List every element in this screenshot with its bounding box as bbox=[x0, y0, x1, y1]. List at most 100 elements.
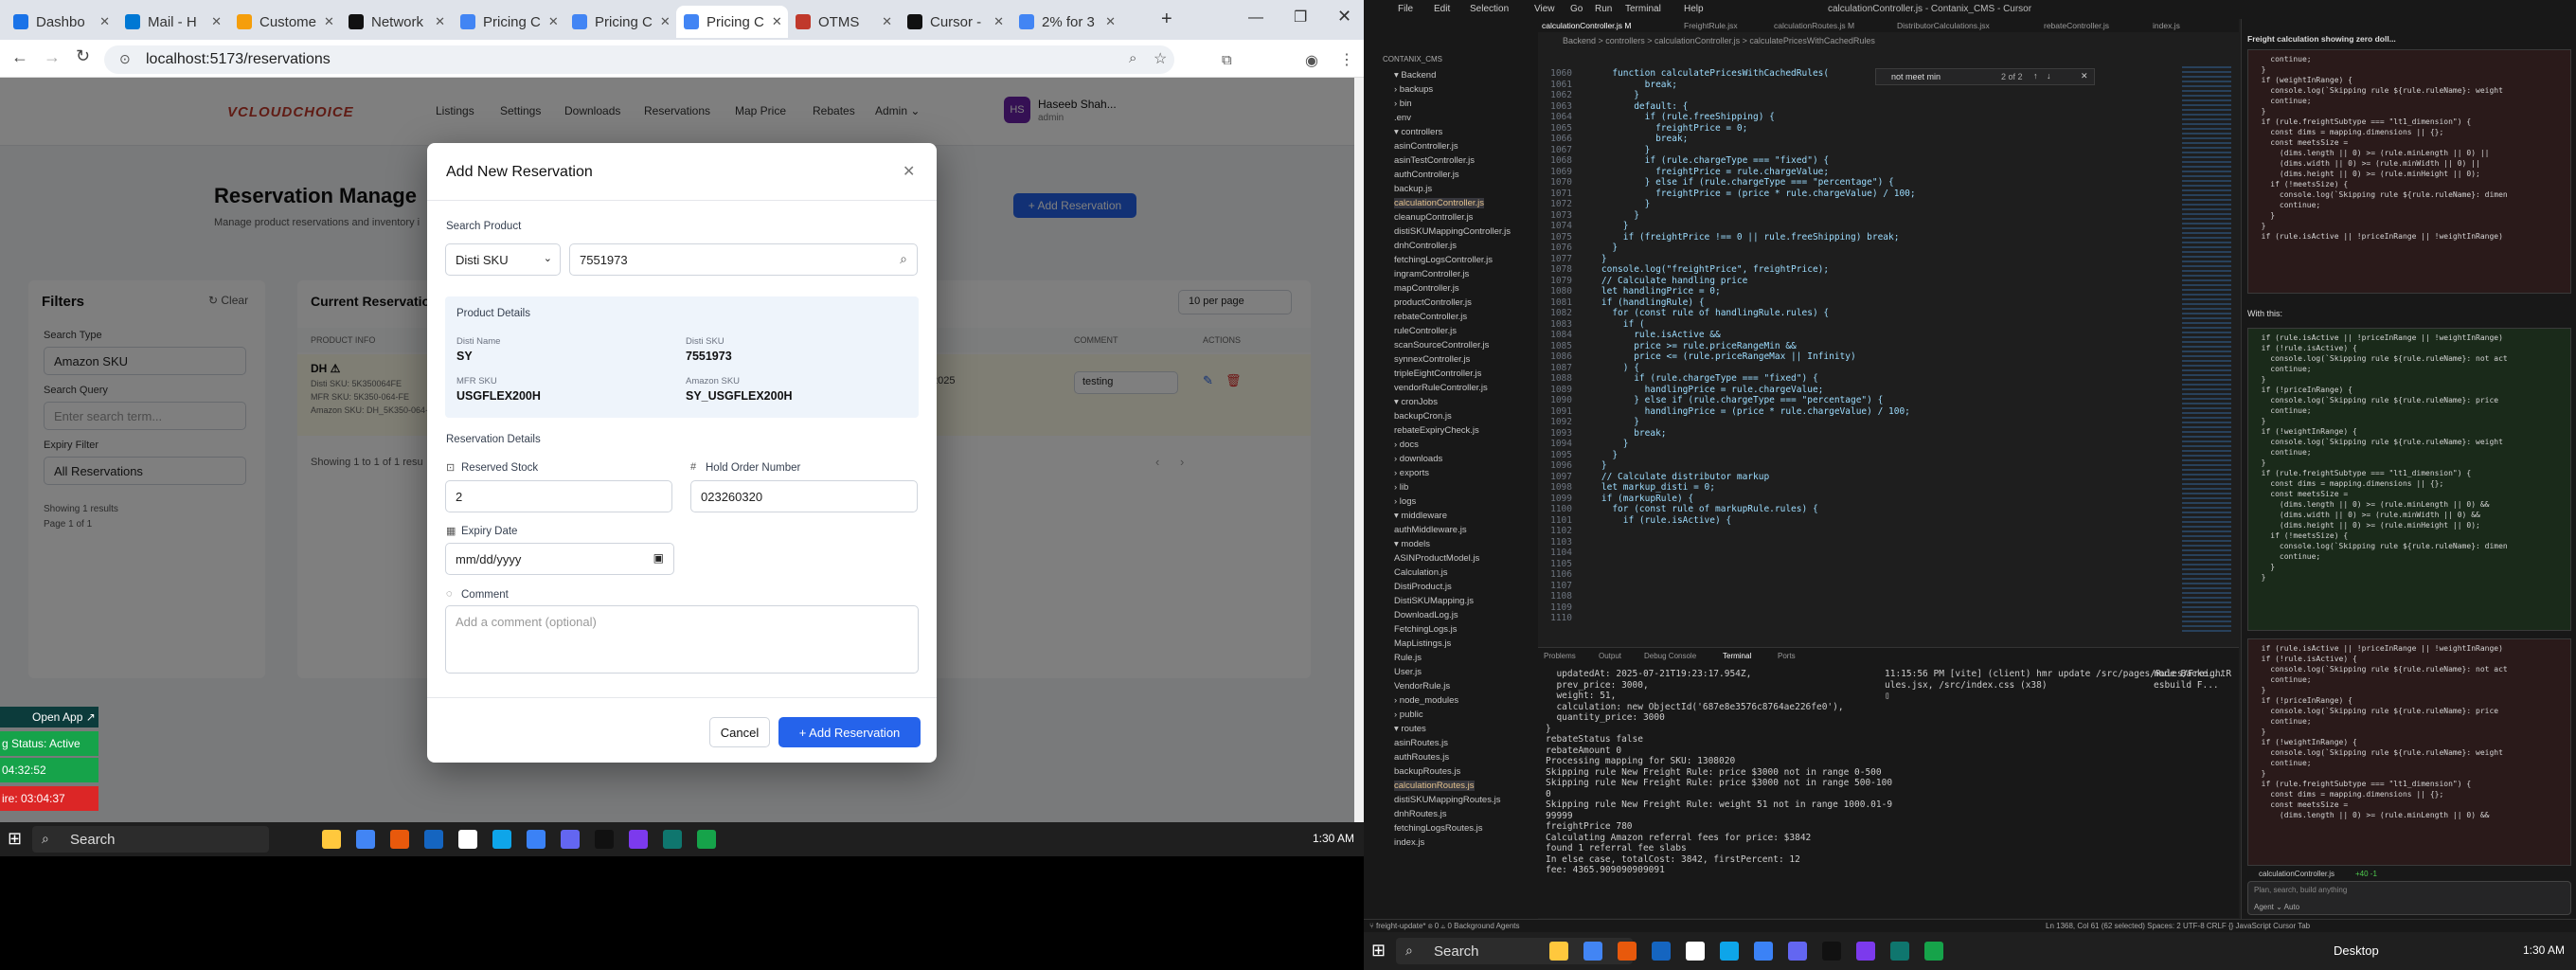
explorer-item[interactable]: productController.js bbox=[1394, 297, 1472, 308]
taskbar-app-icon[interactable] bbox=[561, 830, 580, 849]
explorer-item[interactable]: authRoutes.js bbox=[1394, 752, 1449, 763]
explorer-item[interactable]: dnhRoutes.js bbox=[1394, 809, 1446, 819]
explorer-item[interactable]: ▾ Backend bbox=[1394, 70, 1436, 81]
editor-tab[interactable]: calculationRoutes.js M bbox=[1774, 21, 1854, 30]
explorer-item[interactable]: asinTestController.js bbox=[1394, 155, 1475, 166]
tab-close-icon[interactable]: ✕ bbox=[324, 14, 334, 29]
explorer-item[interactable]: authController.js bbox=[1394, 170, 1459, 180]
explorer-item[interactable]: tripleEightController.js bbox=[1394, 368, 1481, 379]
explorer-item[interactable]: ruleController.js bbox=[1394, 326, 1457, 336]
explorer-item[interactable]: ▾ models bbox=[1394, 539, 1430, 549]
taskbar-app-icon[interactable] bbox=[1856, 942, 1875, 961]
explorer-item[interactable]: › backups bbox=[1394, 84, 1433, 95]
find-prev-icon[interactable]: ↑ bbox=[2033, 71, 2038, 81]
explorer-item[interactable]: Calculation.js bbox=[1394, 567, 1448, 578]
explorer-item[interactable]: › bin bbox=[1394, 99, 1411, 109]
tab-close-icon[interactable]: ✕ bbox=[660, 14, 671, 29]
explorer-item[interactable]: synnexController.js bbox=[1394, 354, 1470, 365]
taskbar-app-icon[interactable] bbox=[697, 830, 716, 849]
explorer-item[interactable]: MapListings.js bbox=[1394, 638, 1451, 649]
windows-start-icon[interactable]: ⊞ bbox=[1371, 941, 1386, 961]
explorer-item[interactable]: ingramController.js bbox=[1394, 269, 1469, 279]
maximize-button[interactable]: ❐ bbox=[1294, 8, 1307, 27]
explorer-item[interactable]: vendorRuleController.js bbox=[1394, 383, 1488, 393]
chat-mode-select[interactable]: Agent ⌄ Auto bbox=[2254, 903, 2299, 911]
explorer-item[interactable]: ▾ middleware bbox=[1394, 511, 1447, 521]
find-widget[interactable]: not meet min 2 of 2 ↑ ↓ ✕ bbox=[1875, 68, 2095, 85]
explorer-item[interactable]: calculationRoutes.js bbox=[1394, 781, 1475, 791]
browser-tab[interactable]: Custome ✕ bbox=[229, 6, 341, 38]
explorer-item[interactable]: › docs bbox=[1394, 440, 1419, 450]
ide-menu-item[interactable]: View bbox=[1534, 4, 1555, 14]
explorer-item[interactable]: distiSKUMappingRoutes.js bbox=[1394, 795, 1500, 805]
ide-menu-item[interactable]: Edit bbox=[1434, 4, 1450, 14]
taskbar-app-icon[interactable] bbox=[527, 830, 546, 849]
explorer-item[interactable]: › exports bbox=[1394, 468, 1429, 478]
product-search-input[interactable]: 7551973 ⌕ bbox=[569, 243, 918, 276]
taskbar-app-icon[interactable] bbox=[1583, 942, 1602, 961]
taskbar-app-icon[interactable] bbox=[1686, 942, 1705, 961]
panel-tab[interactable]: Problems bbox=[1544, 652, 1576, 660]
explorer-item[interactable]: DownloadLog.js bbox=[1394, 610, 1458, 620]
explorer-item[interactable]: backupRoutes.js bbox=[1394, 766, 1460, 777]
explorer-item[interactable]: mapController.js bbox=[1394, 283, 1459, 294]
explorer-item[interactable]: backup.js bbox=[1394, 184, 1432, 194]
explorer-item[interactable]: fetchingLogsRoutes.js bbox=[1394, 823, 1482, 834]
taskbar-app-icon[interactable] bbox=[1788, 942, 1807, 961]
explorer-item[interactable]: User.js bbox=[1394, 667, 1422, 677]
explorer-item[interactable]: asinRoutes.js bbox=[1394, 738, 1448, 748]
taskbar-app-icon[interactable] bbox=[1924, 942, 1943, 961]
browser-tab[interactable]: OTMS ✕ bbox=[788, 6, 900, 38]
explorer-item[interactable]: › logs bbox=[1394, 496, 1416, 507]
explorer-item[interactable]: DistiSKUMapping.js bbox=[1394, 596, 1474, 606]
taskbar-app-icon[interactable] bbox=[629, 830, 648, 849]
tab-close-icon[interactable]: ✕ bbox=[1105, 14, 1116, 29]
tab-close-icon[interactable]: ✕ bbox=[548, 14, 559, 29]
ide-menu-item[interactable]: Run bbox=[1595, 4, 1612, 14]
explorer-item[interactable]: VendorRule.js bbox=[1394, 681, 1450, 692]
cancel-button[interactable]: Cancel bbox=[709, 717, 770, 747]
panel-tab[interactable]: Debug Console bbox=[1644, 652, 1696, 660]
extensions-icon[interactable]: ⧉ bbox=[1222, 52, 1232, 68]
browser-tab[interactable]: Network ✕ bbox=[341, 6, 453, 38]
comment-textarea[interactable]: Add a comment (optional) bbox=[445, 605, 919, 674]
tab-close-icon[interactable]: ✕ bbox=[993, 14, 1004, 29]
taskbar-app-icon[interactable] bbox=[1652, 942, 1671, 961]
explorer-item[interactable]: ▾ cronJobs bbox=[1394, 397, 1438, 407]
browser-tab[interactable]: 2% for 3 ✕ bbox=[1011, 6, 1123, 38]
browser-tab[interactable]: Pricing C ✕ bbox=[564, 6, 676, 38]
browser-menu-icon[interactable]: ⋮ bbox=[1339, 50, 1354, 69]
close-window-button[interactable]: ✕ bbox=[1337, 7, 1351, 27]
explorer-item[interactable]: FetchingLogs.js bbox=[1394, 624, 1458, 635]
terminal-panel[interactable]: Problems Output Debug Console Terminal Ports… bbox=[1538, 647, 2239, 918]
browser-tab[interactable]: Dashbo ✕ bbox=[6, 6, 117, 38]
tab-close-icon[interactable]: ✕ bbox=[435, 14, 445, 29]
taskbar-app-icon[interactable] bbox=[1890, 942, 1909, 961]
ide-menu-item[interactable]: Terminal bbox=[1625, 4, 1661, 14]
explorer-item[interactable]: index.js bbox=[1394, 837, 1424, 848]
forward-icon[interactable]: → bbox=[44, 47, 61, 67]
taskbar-app-icon[interactable] bbox=[595, 830, 614, 849]
editor-tab[interactable]: rebateController.js bbox=[2044, 21, 2109, 30]
panel-tab[interactable]: Ports bbox=[1778, 652, 1796, 660]
ide-menu-item[interactable]: Help bbox=[1684, 4, 1704, 14]
explorer-item[interactable]: ▾ routes bbox=[1394, 724, 1426, 734]
tab-close-icon[interactable]: ✕ bbox=[882, 14, 892, 29]
profile-icon[interactable]: ◉ bbox=[1305, 51, 1318, 70]
explorer-item[interactable]: asinController.js bbox=[1394, 141, 1458, 152]
panel-tab[interactable]: Terminal bbox=[1723, 652, 1751, 660]
close-icon[interactable]: ✕ bbox=[903, 162, 915, 181]
explorer-item[interactable]: dnhController.js bbox=[1394, 241, 1457, 251]
url-input[interactable]: ⊙ localhost:5173/reservations ⌕ ☆ bbox=[104, 45, 1174, 74]
explorer-item[interactable]: rebateController.js bbox=[1394, 312, 1467, 322]
explorer-item[interactable]: authMiddleware.js bbox=[1394, 525, 1467, 535]
editor-tab[interactable]: calculationController.js M bbox=[1542, 21, 1631, 30]
taskbar-search[interactable]: ⌕ Search bbox=[32, 826, 269, 853]
taskbar-app-icon[interactable] bbox=[424, 830, 443, 849]
ide-menu-item[interactable]: Selection bbox=[1470, 4, 1509, 14]
explorer-item[interactable]: backupCron.js bbox=[1394, 411, 1452, 422]
reload-icon[interactable]: ↻ bbox=[76, 46, 90, 66]
bookmark-star-icon[interactable]: ☆ bbox=[1154, 49, 1167, 68]
date-picker-icon[interactable]: ▣ bbox=[653, 551, 664, 565]
browser-tab[interactable]: Pricing C ✕ bbox=[453, 6, 564, 38]
